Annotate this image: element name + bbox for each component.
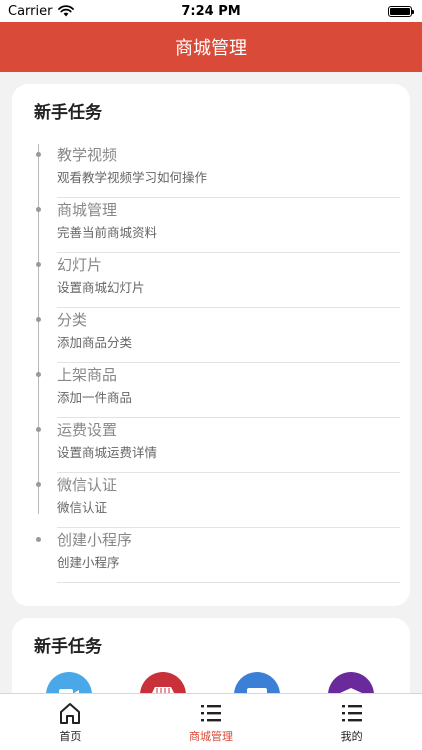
task-desc: 设置商城运费详情	[57, 445, 158, 460]
task-item-slideshow[interactable]: 幻灯片 设置商城幻灯片	[36, 254, 400, 309]
task-desc: 设置商城幻灯片	[57, 280, 145, 295]
task-name: 幻灯片	[57, 256, 103, 274]
task-name: 教学视频	[57, 146, 118, 164]
tab-home[interactable]: 首页	[0, 694, 141, 750]
divider	[57, 307, 400, 308]
task-name: 分类	[57, 311, 88, 329]
task-item-mini-program[interactable]: 创建小程序 创建小程序	[36, 529, 400, 584]
list-icon	[201, 705, 221, 722]
timeline-dot	[36, 262, 41, 267]
divider	[57, 417, 400, 418]
tab-bar: 首页 商城管理 我的	[0, 693, 422, 750]
task-item-shipping[interactable]: 运费设置 设置商城运费详情	[36, 419, 400, 474]
divider	[57, 252, 400, 253]
page-title: 商城管理	[175, 38, 247, 59]
task-name: 商城管理	[57, 201, 118, 219]
card-title: 新手任务	[34, 637, 102, 657]
task-desc: 创建小程序	[57, 555, 120, 570]
task-desc: 完善当前商城资料	[57, 225, 158, 240]
task-item-wechat-verify[interactable]: 微信认证 微信认证	[36, 474, 400, 529]
tab-shop-management[interactable]: 商城管理	[141, 694, 282, 750]
task-desc: 观看教学视频学习如何操作	[57, 170, 208, 185]
task-desc: 微信认证	[57, 500, 108, 515]
timeline-dot	[36, 482, 41, 487]
task-item-category[interactable]: 分类 添加商品分类	[36, 309, 400, 364]
beginner-tasks-card: 新手任务 教学视频 观看教学视频学习如何操作 商城管理 完善当前商城资料 幻灯片…	[12, 84, 410, 606]
divider	[57, 582, 400, 583]
battery-icon	[388, 5, 414, 17]
divider	[57, 362, 400, 363]
task-desc: 添加商品分类	[57, 335, 133, 350]
card-title: 新手任务	[34, 103, 102, 123]
timeline-dot	[36, 152, 41, 157]
divider	[57, 472, 400, 473]
divider	[57, 527, 400, 528]
divider	[57, 197, 400, 198]
task-item-tutorial-video[interactable]: 教学视频 观看教学视频学习如何操作	[36, 144, 400, 199]
timeline-dot	[36, 537, 41, 542]
task-name: 运费设置	[57, 421, 118, 439]
timeline-dot	[36, 207, 41, 212]
tab-label: 商城管理	[189, 730, 233, 743]
timeline-dot	[36, 317, 41, 322]
task-timeline: 教学视频 观看教学视频学习如何操作 商城管理 完善当前商城资料 幻灯片 设置商城…	[36, 144, 400, 584]
carrier-label: Carrier	[8, 3, 53, 19]
status-left: Carrier	[8, 3, 75, 19]
nav-bar: 商城管理	[0, 22, 422, 72]
tab-mine[interactable]: 我的	[281, 694, 422, 750]
task-item-shop-management[interactable]: 商城管理 完善当前商城资料	[36, 199, 400, 254]
tab-label: 首页	[59, 730, 82, 743]
wifi-icon	[58, 5, 75, 17]
home-icon	[60, 703, 81, 724]
task-name: 上架商品	[57, 366, 118, 384]
task-name: 微信认证	[57, 476, 118, 494]
list-icon	[341, 705, 362, 722]
task-desc: 添加一件商品	[57, 390, 133, 405]
tab-label: 我的	[340, 730, 363, 743]
timeline-dot	[36, 372, 41, 377]
timeline-dot	[36, 427, 41, 432]
task-name: 创建小程序	[57, 531, 133, 549]
task-item-list-product[interactable]: 上架商品 添加一件商品	[36, 364, 400, 419]
status-bar: Carrier 7:24 PM	[0, 0, 422, 22]
